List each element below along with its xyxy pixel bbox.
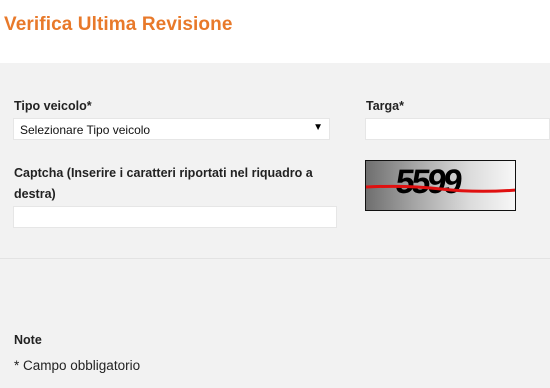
page-header: Verifica Ultima Revisione [0,0,550,63]
captcha-label: Captcha (Inserire i caratteri riportati … [14,163,334,205]
tipo-veicolo-label: Tipo veicolo* [14,99,92,113]
chevron-down-icon: ▼ [313,122,323,133]
captcha-image: 5599 [365,160,516,211]
tipo-veicolo-select[interactable]: Selezionare Tipo veicolo ▼ [13,118,330,140]
captcha-input[interactable] [13,206,337,228]
targa-label: Targa* [366,99,404,113]
page-title: Verifica Ultima Revisione [4,14,233,35]
notes-text: * Campo obbligatorio [14,358,141,373]
captcha-text: 5599 [394,163,464,201]
section-divider [0,258,550,259]
targa-input[interactable] [365,118,550,140]
notes-title: Note [14,333,42,347]
captcha-label-line2: destra) [14,187,56,201]
captcha-label-line1: Captcha (Inserire i caratteri riportati … [14,166,313,180]
tipo-veicolo-selected-value: Selezionare Tipo veicolo [20,123,151,137]
